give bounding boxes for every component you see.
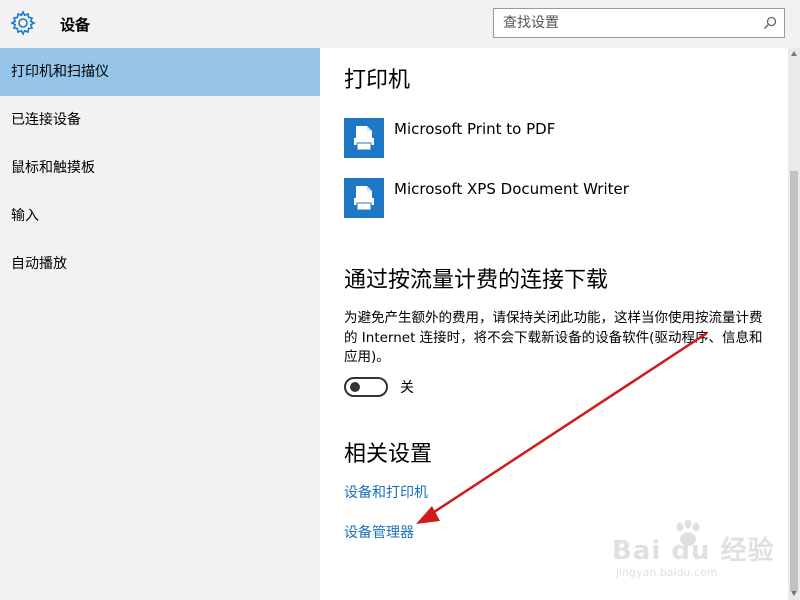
printers-heading: 打印机: [344, 68, 411, 93]
sidebar-item-typing[interactable]: 输入: [0, 192, 320, 240]
sidebar: 打印机和扫描仪 已连接设备 鼠标和触摸板 输入 自动播放: [0, 48, 320, 600]
sidebar-item-label: 输入: [11, 208, 39, 224]
devices-printers-link[interactable]: 设备和打印机: [344, 482, 428, 502]
sidebar-item-autoplay[interactable]: 自动播放: [0, 240, 320, 288]
sidebar-item-label: 已连接设备: [11, 112, 81, 128]
toggle-knob: [350, 382, 360, 392]
main-content: 打印机 Microsoft Print to PDF Microsoft XPS…: [320, 48, 788, 600]
sidebar-item-mouse-touchpad[interactable]: 鼠标和触摸板: [0, 144, 320, 192]
watermark-brand: Bai du 经验: [612, 536, 775, 566]
printer-item[interactable]: Microsoft Print to PDF: [344, 118, 764, 160]
printer-icon: [344, 178, 384, 218]
device-manager-link[interactable]: 设备管理器: [344, 522, 414, 542]
metered-description: 为避免产生额外的费用，请保持关闭此功能，这样当你使用按流量计费的 Interne…: [344, 310, 763, 365]
watermark-url: jingyan.baidu.com: [616, 566, 718, 579]
related-settings-heading: 相关设置: [344, 442, 433, 467]
scrollbar[interactable]: [788, 48, 800, 600]
search-box[interactable]: [493, 8, 785, 38]
search-icon[interactable]: [762, 15, 778, 31]
toggle-state-label: 关: [400, 380, 414, 396]
printer-name: Microsoft Print to PDF: [394, 120, 556, 138]
search-input[interactable]: [503, 13, 753, 33]
sidebar-item-label: 鼠标和触摸板: [11, 160, 95, 176]
title-bar: 设备: [0, 0, 800, 48]
printer-item[interactable]: Microsoft XPS Document Writer: [344, 178, 764, 220]
metered-download-toggle[interactable]: [344, 377, 388, 397]
metered-heading: 通过按流量计费的连接下载: [344, 268, 609, 293]
sidebar-item-connected-devices[interactable]: 已连接设备: [0, 96, 320, 144]
printer-name: Microsoft XPS Document Writer: [394, 180, 629, 198]
scroll-up-arrow-icon[interactable]: [791, 51, 797, 56]
sidebar-item-printers-scanners[interactable]: 打印机和扫描仪: [0, 48, 320, 96]
printer-icon: [344, 118, 384, 158]
page-title: 设备: [60, 16, 91, 34]
scroll-down-arrow-icon[interactable]: [791, 591, 797, 596]
scrollbar-thumb[interactable]: [790, 171, 798, 591]
sidebar-item-label: 打印机和扫描仪: [11, 64, 109, 80]
sidebar-item-label: 自动播放: [11, 256, 67, 272]
watermark: Bai du 经验 jingyan.baidu.com: [612, 520, 774, 590]
gear-icon: [10, 10, 36, 36]
